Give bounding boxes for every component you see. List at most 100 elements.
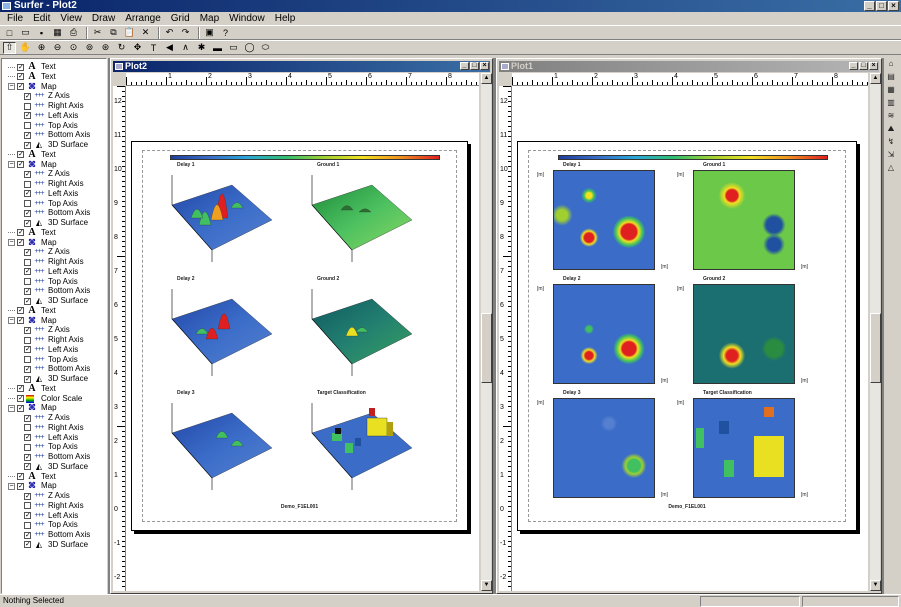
visibility-checkbox[interactable]: ✓ bbox=[17, 473, 24, 480]
map-panel[interactable] bbox=[307, 398, 417, 496]
visibility-checkbox[interactable]: ✓ bbox=[24, 92, 31, 100]
redo-icon[interactable]: ↷ bbox=[179, 27, 192, 39]
menu-view[interactable]: View bbox=[55, 12, 87, 25]
visibility-checkbox[interactable]: ✓ bbox=[24, 346, 31, 354]
visibility-checkbox[interactable]: ✓ bbox=[24, 131, 31, 139]
menu-edit[interactable]: Edit bbox=[28, 12, 55, 25]
visibility-checkbox[interactable]: ✓ bbox=[24, 531, 31, 539]
tree-item[interactable]: ✓ +++ Z Axis bbox=[24, 325, 70, 335]
menu-arrange[interactable]: Arrange bbox=[120, 12, 166, 25]
plot1-vertical-scrollbar[interactable]: ▲ ▼ bbox=[869, 73, 881, 591]
visibility-checkbox[interactable]: ✓ bbox=[24, 414, 31, 422]
visibility-checkbox[interactable] bbox=[24, 356, 31, 363]
close-button[interactable]: × bbox=[888, 1, 899, 11]
rectangle-icon[interactable]: ▬ bbox=[211, 42, 224, 54]
visibility-checkbox[interactable]: ✓ bbox=[24, 112, 31, 120]
map-panel[interactable] bbox=[693, 284, 795, 384]
visibility-checkbox[interactable] bbox=[24, 424, 31, 432]
tree-item[interactable]: +++ Right Axis bbox=[24, 257, 84, 267]
visibility-checkbox[interactable]: ✓ bbox=[17, 385, 24, 393]
tree-item[interactable]: ✓ +++ Z Axis bbox=[24, 491, 70, 501]
scroll-up-arrow[interactable]: ▲ bbox=[481, 73, 492, 84]
tree-item[interactable]: ✓ +++ Bottom Axis bbox=[24, 364, 90, 374]
plot2-maximize-button[interactable]: □ bbox=[470, 62, 479, 70]
zoom-page-icon[interactable]: ⊚ bbox=[83, 42, 96, 54]
visibility-checkbox[interactable]: ✓ bbox=[24, 463, 31, 471]
tree-item[interactable]: +++ Right Axis bbox=[24, 423, 84, 433]
tree-item[interactable]: ✓ +++ Left Axis bbox=[24, 433, 78, 443]
visibility-checkbox[interactable]: ✓ bbox=[24, 268, 31, 276]
tree-item[interactable]: +++ Top Axis bbox=[24, 355, 78, 365]
tree-item[interactable]: ✓ ◭ 3D Surface bbox=[24, 540, 88, 550]
visibility-checkbox[interactable]: ✓ bbox=[24, 170, 31, 178]
menu-map[interactable]: Map bbox=[195, 12, 224, 25]
polyline-icon[interactable]: ∧ bbox=[179, 42, 192, 54]
visibility-checkbox[interactable]: ✓ bbox=[17, 63, 24, 71]
map-panel[interactable] bbox=[693, 170, 795, 270]
tree-item[interactable]: ✓ +++ Left Axis bbox=[24, 111, 78, 121]
collapse-icon[interactable]: − bbox=[8, 404, 15, 412]
plot2-title-bar[interactable]: Plot2 _ □ × bbox=[113, 61, 490, 72]
zoom-rect-icon[interactable]: ⊙ bbox=[67, 42, 80, 54]
tree-item[interactable]: +++ Top Axis bbox=[24, 520, 78, 530]
plot2-canvas[interactable]: Delay 1 Ground 1 Delay 2 Ground 2 Delay 3 Tar… bbox=[126, 86, 479, 591]
tree-item[interactable]: +++ Right Axis bbox=[24, 101, 84, 111]
tree-item[interactable]: ✓ +++ Left Axis bbox=[24, 511, 78, 521]
visibility-checkbox[interactable]: ✓ bbox=[24, 287, 31, 295]
tree-item[interactable]: +++ Top Axis bbox=[24, 121, 78, 131]
visibility-checkbox[interactable] bbox=[24, 278, 31, 285]
visibility-checkbox[interactable]: ✓ bbox=[24, 453, 31, 461]
image-map-icon[interactable]: ▦ bbox=[884, 84, 898, 95]
tree-item[interactable]: ✓ +++ Bottom Axis bbox=[24, 130, 90, 140]
rotate-icon[interactable]: ↻ bbox=[115, 42, 128, 54]
map-panel[interactable] bbox=[553, 284, 655, 384]
zoom-out-icon[interactable]: ⊖ bbox=[51, 42, 64, 54]
visibility-checkbox[interactable]: ✓ bbox=[17, 229, 24, 237]
visibility-checkbox[interactable]: ✓ bbox=[17, 317, 24, 324]
visibility-checkbox[interactable]: ✓ bbox=[17, 395, 24, 402]
tree-item[interactable]: ✓ A Text bbox=[8, 305, 56, 316]
visibility-checkbox[interactable] bbox=[24, 502, 31, 510]
visibility-checkbox[interactable]: ✓ bbox=[24, 219, 31, 227]
tree-item[interactable]: ✓ +++ Z Axis bbox=[24, 91, 70, 101]
select-arrow-icon[interactable]: ⇧ bbox=[3, 41, 16, 54]
tree-item[interactable]: +++ Top Axis bbox=[24, 199, 78, 209]
select-tool-icon[interactable]: ▣ bbox=[203, 27, 216, 39]
tree-item[interactable]: − ✓ ⌘ Map bbox=[8, 238, 57, 248]
tree-item[interactable]: − ✓ ⌘ Map bbox=[8, 481, 57, 491]
visibility-checkbox[interactable]: ✓ bbox=[24, 492, 31, 500]
tree-item[interactable]: ✓ +++ Z Axis bbox=[24, 247, 70, 257]
new-icon[interactable]: □ bbox=[3, 27, 16, 39]
tree-item[interactable]: ✓ +++ Bottom Axis bbox=[24, 208, 90, 218]
surface-icon[interactable]: △ bbox=[884, 162, 898, 173]
scroll-down-arrow[interactable]: ▼ bbox=[481, 580, 492, 591]
tree-item[interactable]: ✓ +++ Z Axis bbox=[24, 413, 70, 423]
contour-map-icon[interactable]: ▤ bbox=[884, 71, 898, 82]
visibility-checkbox[interactable]: ✓ bbox=[17, 151, 24, 159]
oval-icon[interactable]: ⬭ bbox=[259, 42, 272, 54]
tree-item[interactable]: +++ Top Axis bbox=[24, 442, 78, 452]
scroll-up-arrow[interactable]: ▲ bbox=[870, 73, 881, 84]
delete-icon[interactable]: ✕ bbox=[139, 27, 152, 39]
tree-item[interactable]: ✓ +++ Left Axis bbox=[24, 267, 78, 277]
scroll-thumb[interactable] bbox=[870, 313, 881, 383]
symbol-icon[interactable]: ✱ bbox=[195, 42, 208, 54]
menu-grid[interactable]: Grid bbox=[166, 12, 195, 25]
pan-hand-icon[interactable]: ✋ bbox=[19, 42, 32, 54]
tree-item[interactable]: − ✓ ⌘ Map bbox=[8, 316, 57, 326]
visibility-checkbox[interactable]: ✓ bbox=[24, 209, 31, 217]
zoom-in-icon[interactable]: ⊕ bbox=[35, 42, 48, 54]
visibility-checkbox[interactable]: ✓ bbox=[24, 365, 31, 373]
vector-map-icon[interactable]: ≋ bbox=[884, 110, 898, 121]
visibility-checkbox[interactable] bbox=[24, 180, 31, 188]
collapse-icon[interactable]: − bbox=[8, 317, 15, 324]
visibility-checkbox[interactable]: ✓ bbox=[24, 326, 31, 334]
visibility-checkbox[interactable]: ✓ bbox=[24, 541, 31, 549]
map-panel[interactable] bbox=[167, 398, 277, 496]
tree-item[interactable]: − ✓ ⌘ Map bbox=[8, 82, 57, 92]
collapse-icon[interactable]: − bbox=[8, 83, 15, 90]
visibility-checkbox[interactable] bbox=[24, 102, 31, 110]
map-panel[interactable] bbox=[307, 284, 417, 382]
visibility-checkbox[interactable]: ✓ bbox=[17, 73, 24, 81]
print-preview-icon[interactable]: ▦ bbox=[51, 27, 64, 39]
